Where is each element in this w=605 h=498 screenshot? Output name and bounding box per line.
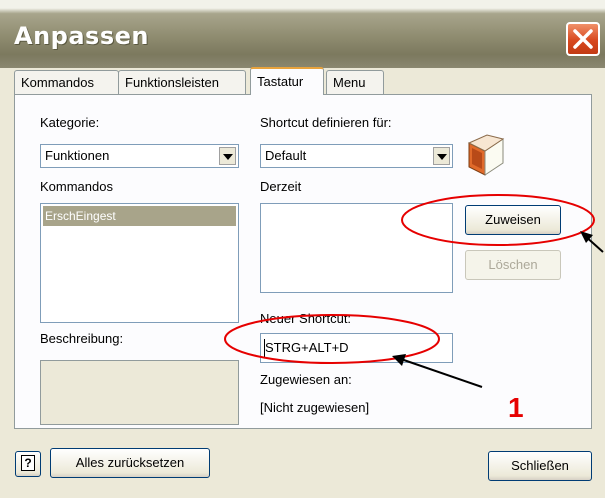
kategorie-label: Kategorie: <box>40 115 100 130</box>
reset-all-button[interactable]: Alles zurücksetzen <box>50 448 210 478</box>
shortcut-for-select[interactable]: Default <box>260 144 453 168</box>
kategorie-value: Funktionen <box>45 148 110 163</box>
beschreibung-label: Beschreibung: <box>40 331 124 346</box>
list-item[interactable]: ErschEingest <box>43 206 236 226</box>
dialog-body: Kommandos Funktionsleisten Tastatur Menu… <box>0 67 605 498</box>
kommandos-label: Kommandos <box>40 179 113 194</box>
tab-panel-tastatur: Kategorie: Funktionen Kommandos ErschEin… <box>14 94 592 429</box>
kommandos-list[interactable]: ErschEingest <box>40 203 239 323</box>
zugewiesen-label: Zugewiesen an: <box>260 372 352 387</box>
annotation-number: 1 <box>508 392 524 423</box>
help-button[interactable]: ? <box>15 451 41 477</box>
shortcut-for-label: Shortcut definieren für: <box>260 115 392 130</box>
kategorie-dropdown-button[interactable] <box>219 147 236 165</box>
tab-menu[interactable]: Menu <box>326 70 384 94</box>
zuweisen-button[interactable]: Zuweisen <box>465 205 561 235</box>
loeschen-button[interactable]: Löschen <box>465 250 561 280</box>
close-button[interactable] <box>566 22 600 56</box>
tab-funktionsleisten[interactable]: Funktionsleisten <box>118 70 246 94</box>
neuer-shortcut-value: STRG+ALT+D <box>265 340 349 355</box>
chevron-down-icon <box>437 154 447 160</box>
chevron-down-icon <box>223 154 233 160</box>
neuer-shortcut-label: Neuer Shortcut: <box>260 311 352 326</box>
close-dialog-button[interactable]: Schließen <box>488 451 592 481</box>
book-icon <box>467 134 505 176</box>
tab-tastatur[interactable]: Tastatur <box>250 67 324 95</box>
shortcut-for-value: Default <box>265 148 307 163</box>
derzeit-label: Derzeit <box>260 179 302 194</box>
derzeit-list[interactable] <box>260 203 453 293</box>
window-title: Anpassen <box>14 22 149 50</box>
title-bar: Anpassen <box>0 0 605 68</box>
shortcut-for-dropdown-button[interactable] <box>433 147 450 165</box>
kategorie-select[interactable]: Funktionen <box>40 144 239 168</box>
close-icon <box>573 29 593 49</box>
zugewiesen-value: [Nicht zugewiesen] <box>260 400 370 415</box>
help-icon: ? <box>21 455 35 471</box>
neuer-shortcut-input[interactable]: STRG+ALT+D <box>260 333 453 363</box>
beschreibung-box <box>40 360 239 425</box>
tab-kommandos[interactable]: Kommandos <box>14 70 119 94</box>
